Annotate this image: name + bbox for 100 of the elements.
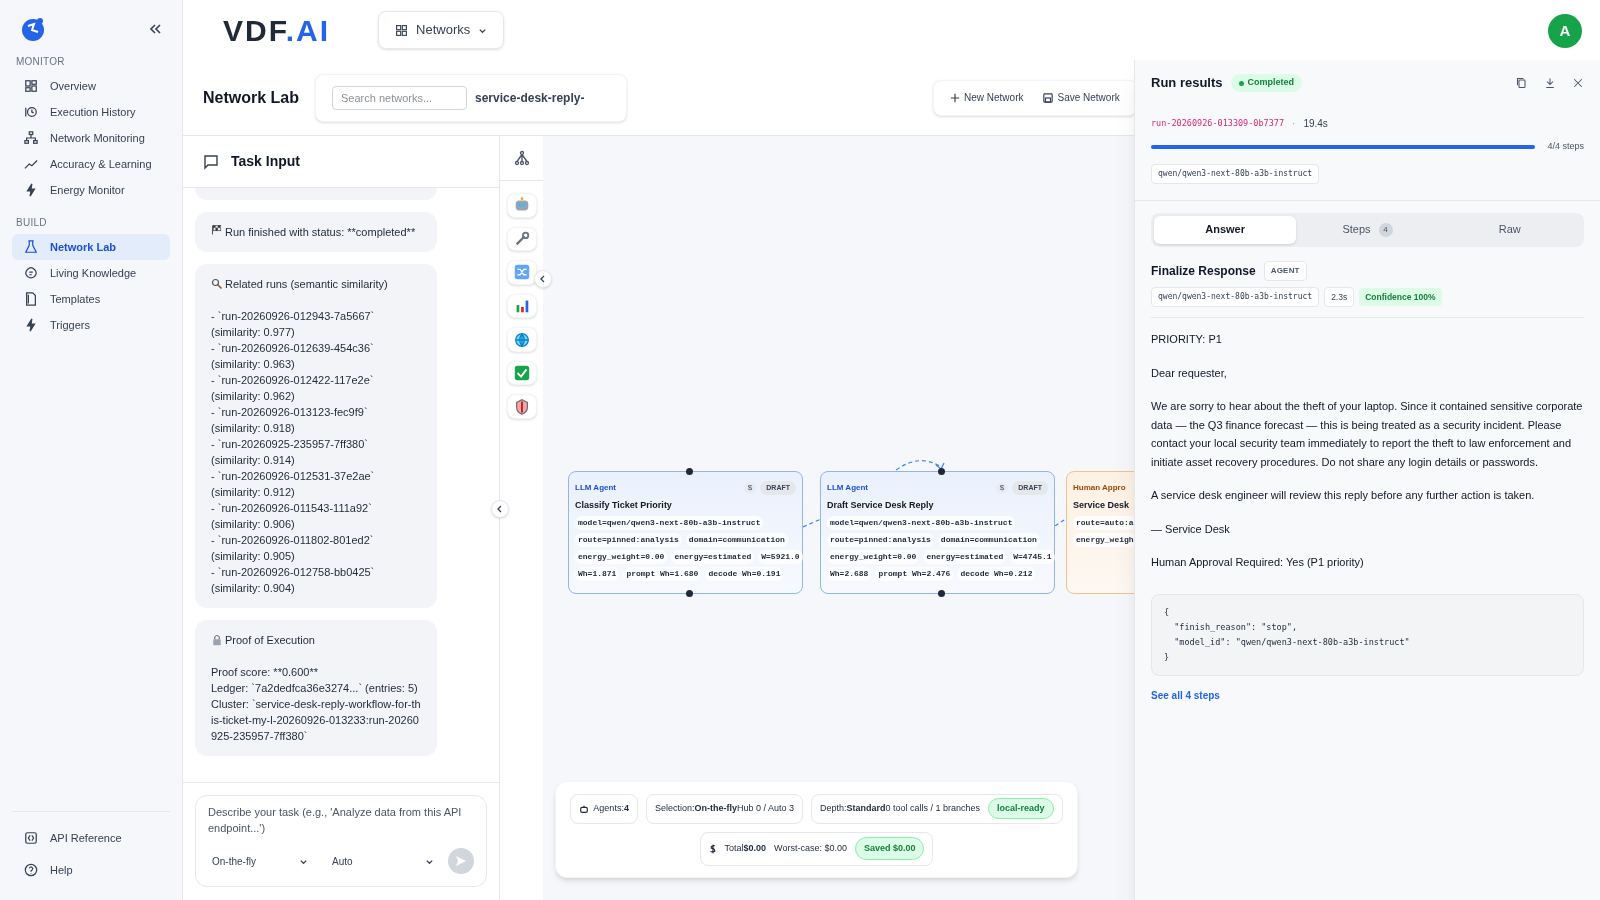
run-entry: - `run-20260926-012639-454c36` [211, 341, 375, 356]
agent-node[interactable] [820, 471, 1055, 594]
action-button[interactable]: Save Network [1035, 90, 1128, 105]
nav-item[interactable]: Help [12, 856, 170, 884]
run-entry: - `run-20260926-011543-111a92` [211, 501, 373, 516]
node-title: Draft Service Desk Reply [827, 499, 935, 512]
networks-dropdown[interactable]: Networks [378, 11, 505, 49]
magnifier-icon [211, 278, 223, 290]
globe-icon [512, 330, 531, 349]
task-field[interactable]: Describe your task (e.g., 'Analyze data from this API endpoint...') On-the-fly Auto [195, 795, 487, 887]
step-title: Finalize Response [1151, 262, 1256, 280]
cost-badge: $ [743, 482, 757, 494]
confidence-badge: Confidence 100% [1359, 287, 1442, 307]
action-button[interactable]: New Network [942, 90, 1032, 105]
dollar-icon [708, 843, 717, 854]
similarity-text: (similarity: 0.977) [211, 325, 296, 340]
shuffle-icon [512, 263, 531, 282]
tab[interactable]: Raw [1438, 215, 1581, 244]
grid-icon [24, 79, 38, 93]
download-icon [1544, 77, 1556, 89]
trend-icon [24, 157, 38, 171]
similarity-text: (similarity: 0.912) [211, 485, 296, 500]
close-icon [1572, 77, 1584, 89]
nav-item[interactable]: Execution History [12, 99, 170, 125]
nav-item[interactable]: Energy Monitor [12, 177, 170, 203]
robot-icon [579, 803, 590, 814]
node-type: Human Appro [1073, 482, 1126, 494]
nav-item[interactable]: API Reference [12, 824, 170, 852]
answer-paragraph: — Service Desk [1151, 521, 1231, 537]
model-select[interactable]: Auto [328, 853, 438, 869]
tool-button[interactable] [506, 360, 537, 386]
agent-node[interactable] [568, 471, 803, 594]
tab[interactable]: Steps 4 [1296, 215, 1439, 244]
download-button[interactable] [1544, 77, 1556, 89]
tool-button[interactable] [506, 327, 537, 352]
node-type: LLM Agent [575, 482, 617, 494]
answer-paragraph: We are sorry to hear about the theft of your laptop. Since it contained sensitive corporate data — the Q3 finance forecast — this is being treated as a security incident. Please contact your local security team immediately to report the theft to law enforcement and initiate asset recovery procedures. Do not share any login details or passwords. [1151, 399, 1584, 470]
proof-line: Cluster: `service-desk-reply-workflow-for-this-ticket-my-l-20260926-013233:run-20260925-235957-7ff380` [211, 697, 421, 744]
tab[interactable]: Answer [1154, 215, 1297, 244]
search-field[interactable]: Search networks... [332, 85, 467, 110]
tool-button[interactable] [506, 226, 537, 252]
similarity-text: (similarity: 0.963) [211, 357, 296, 372]
code-block: { "finish_reason": "stop", "model_id": "qwen/qwen3-next-80b-a3b-instruct" } [1151, 593, 1584, 676]
copy-button[interactable] [1516, 77, 1528, 89]
similarity-text: (similarity: 0.905) [211, 549, 296, 564]
similarity-text: (similarity: 0.918) [211, 421, 296, 436]
tool-button[interactable] [506, 260, 537, 285]
separator-dot: · [1292, 116, 1296, 131]
time-chip: 2.3s [1324, 286, 1355, 308]
tool-button[interactable] [506, 293, 537, 319]
run-entry: - `run-20260926-012422-117e2e` [211, 373, 375, 388]
nav-item[interactable]: Network Monitoring [12, 125, 170, 151]
node-chip: decode Wh=0.212 [957, 566, 1036, 581]
nav-item[interactable]: Triggers [12, 312, 170, 338]
message-title: Proof of Execution [225, 633, 315, 648]
nav-item[interactable]: Accuracy & Learning [12, 151, 170, 177]
agent-node[interactable]: Human Appro Service Desk route=auto:a energy_weigh [1066, 471, 1135, 594]
flask-icon [24, 240, 38, 254]
nav-item[interactable]: Templates [12, 286, 170, 312]
node-chip: route=pinned:analysis [575, 532, 682, 547]
similarity-text: (similarity: 0.904) [211, 581, 296, 596]
message-text: Run finished with status: **completed** [225, 225, 416, 240]
status-badge: local-ready [988, 797, 1054, 820]
mode-select[interactable]: On-the-fly [208, 853, 312, 869]
model-chip: qwen/qwen3-next-80b-a3b-instruct [1151, 286, 1320, 307]
agent-tag: AGENT [1263, 260, 1307, 281]
similarity-text: (similarity: 0.914) [211, 453, 296, 468]
nav-item[interactable]: Network Lab [12, 234, 170, 260]
stat-text: Selection:On-the-flyHub 0 / Auto 3 [654, 801, 794, 815]
plus-icon [950, 92, 960, 103]
lightning-icon [24, 318, 38, 332]
node-chip: Wh=1.871 [575, 566, 620, 581]
node-chip: decode Wh=0.191 [705, 566, 784, 581]
nav-item[interactable]: Living Knowledge [12, 260, 170, 286]
node-chip: prompt Wh=2.476 [875, 566, 954, 581]
node-chip: prompt Wh=1.680 [623, 566, 702, 581]
logo-icon [20, 16, 46, 42]
lock-icon [211, 634, 223, 646]
see-all-link[interactable]: See all 4 steps [1151, 687, 1220, 703]
section-label: MONITOR [15, 55, 66, 69]
count-badge: 4 [1378, 222, 1393, 237]
node-type: LLM Agent [827, 482, 869, 494]
network-icon [24, 131, 38, 145]
nav-item[interactable]: Overview [12, 73, 170, 99]
stat-text: Agents:4 [593, 801, 629, 815]
duration-text: 19.4s [1303, 116, 1328, 131]
savings-badge: Saved $0.00 [854, 836, 925, 861]
status-badge: Completed [1230, 74, 1303, 92]
chevron-left-icon [496, 505, 504, 513]
send-icon [455, 855, 467, 867]
tool-button[interactable] [506, 394, 537, 420]
run-entry: - `run-20260926-011802-801ed2` [211, 533, 375, 548]
help-icon [24, 863, 38, 877]
close-button[interactable] [1572, 77, 1584, 89]
node-title: Service Desk [1073, 499, 1131, 512]
cost-text: Worst-case: $0.00 [774, 841, 847, 855]
collapse-sidebar-button[interactable] [148, 22, 162, 36]
answer-paragraph: Human Approval Required: Yes (P1 priority) [1151, 555, 1365, 571]
node-chip: Wh=2.688 [827, 566, 872, 581]
grid-icon [395, 23, 409, 37]
